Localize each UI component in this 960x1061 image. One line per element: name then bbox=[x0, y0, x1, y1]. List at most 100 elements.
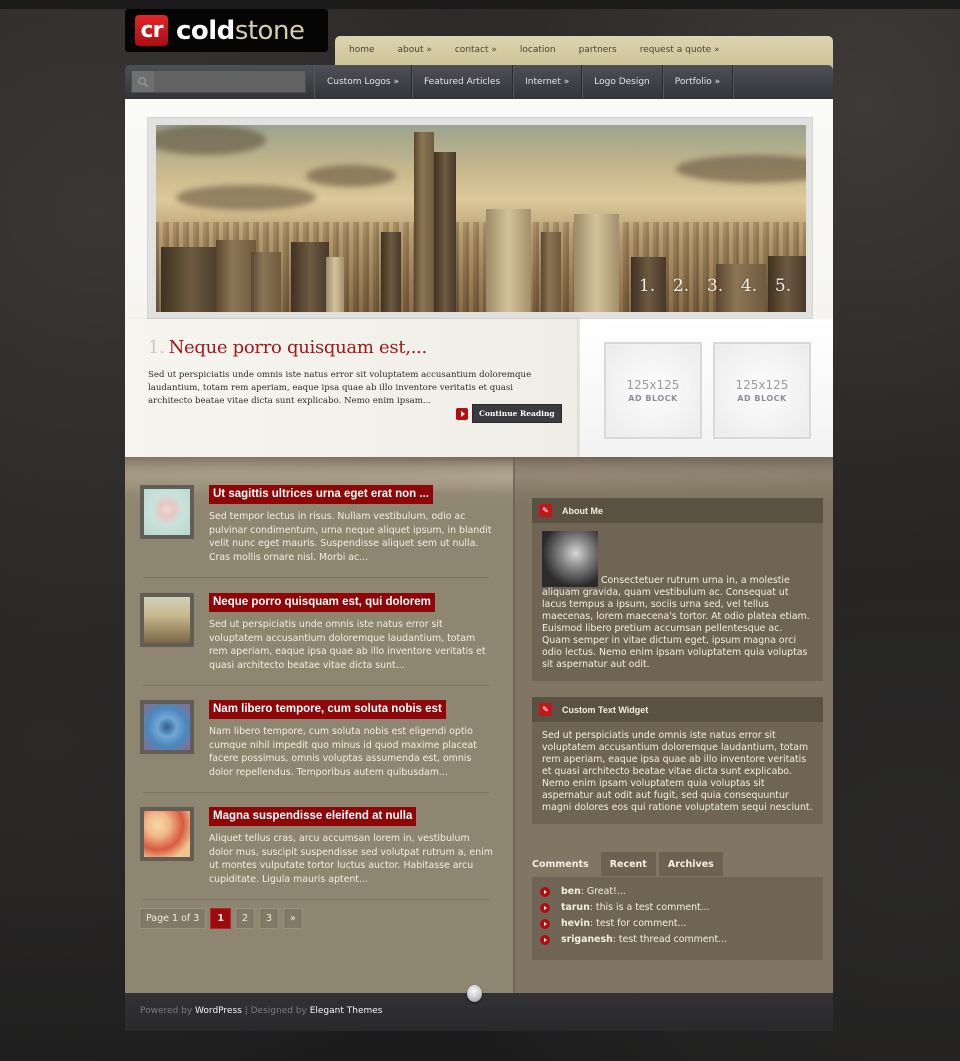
comment-item[interactable]: sriganesh: test thread comment... bbox=[540, 934, 823, 945]
footer-credits: Powered by WordPress | Designed by Elega… bbox=[140, 1006, 382, 1016]
featured-excerpt: Sed ut perspiciatis unde omnis iste natu… bbox=[148, 370, 532, 406]
tab-archives[interactable]: Archives bbox=[658, 852, 723, 876]
ad-label: AD BLOCK bbox=[628, 394, 678, 403]
building bbox=[381, 232, 401, 312]
tower-building bbox=[434, 152, 456, 312]
post-title[interactable]: Neque porro quisquam est, qui dolorem bbox=[209, 593, 435, 612]
widget-body: Sed ut perspiciatis unde omnis iste natu… bbox=[542, 730, 813, 813]
post-excerpt: Nam libero tempore, cum soluta nobis est… bbox=[209, 726, 477, 778]
logo-badge: cr bbox=[135, 15, 168, 46]
comment-item[interactable]: ben: Great!... bbox=[540, 886, 823, 897]
bullet-arrow-icon bbox=[540, 918, 550, 929]
search-icon[interactable] bbox=[132, 71, 154, 92]
building bbox=[291, 242, 329, 312]
comment-author: tarun bbox=[561, 902, 590, 913]
ad-blocks: 125x125 AD BLOCK 125x125 AD BLOCK bbox=[580, 319, 833, 457]
building bbox=[486, 209, 531, 312]
building bbox=[161, 247, 221, 312]
widget-header: ✎ About Me bbox=[532, 498, 823, 523]
content-area: Ut sagittis ultrices urna eget erat non … bbox=[125, 457, 833, 993]
page-3-button[interactable]: 3 bbox=[258, 908, 280, 929]
post-excerpt: Sed tempor lectus in risus. Nullam vesti… bbox=[209, 511, 492, 563]
category-nav-custom-logos[interactable]: Custom Logos » bbox=[315, 65, 412, 99]
category-nav-logo-design[interactable]: Logo Design bbox=[582, 65, 663, 99]
pencil-icon: ✎ bbox=[539, 504, 552, 517]
page-2-button[interactable]: 2 bbox=[234, 908, 255, 929]
top-nav-location[interactable]: location bbox=[520, 45, 556, 55]
featured-title-text: Neque porro quisquam est,... bbox=[168, 337, 428, 358]
search-box bbox=[131, 70, 306, 93]
post-excerpt: Sed ut perspiciatis unde omnis iste natu… bbox=[209, 619, 486, 671]
bullet-arrow-icon bbox=[540, 902, 550, 913]
category-nav-portfolio[interactable]: Portfolio » bbox=[663, 65, 734, 99]
comment-author: sriganesh bbox=[561, 934, 613, 945]
bullet-arrow-icon bbox=[540, 934, 550, 945]
featured-number: 1. bbox=[148, 337, 165, 358]
slider-page-5[interactable]: 5. bbox=[766, 276, 800, 296]
slider-page-3[interactable]: 3. bbox=[698, 276, 732, 296]
ad-label: AD BLOCK bbox=[737, 394, 787, 403]
play-arrow-icon bbox=[456, 407, 468, 420]
elegant-themes-link[interactable]: Elegant Themes bbox=[310, 1006, 383, 1016]
post-thumbnail[interactable] bbox=[140, 485, 194, 539]
widget-title: Custom Text Widget bbox=[562, 704, 649, 715]
sidebar: ✎ About Me Consectetuer rutrum urna in, … bbox=[513, 457, 833, 993]
top-nav-home[interactable]: home bbox=[349, 45, 375, 55]
category-nav-internet[interactable]: Internet » bbox=[513, 65, 583, 99]
widget-body: Consectetuer rutrum urna in, a molestie … bbox=[532, 523, 823, 681]
slider-page-2[interactable]: 2. bbox=[664, 276, 698, 296]
featured-slider: 1. 2. 3. 4. 5. bbox=[147, 117, 813, 319]
pencil-icon: ✎ bbox=[539, 703, 552, 716]
scroll-to-top-knob[interactable] bbox=[467, 985, 482, 1002]
designed-by-label: | Designed by bbox=[241, 1006, 310, 1016]
sidebar-tabs: Comments Recent Archives bbox=[523, 852, 723, 876]
ad-size: 125x125 bbox=[626, 378, 680, 392]
custom-text-widget: ✎ Custom Text Widget Sed ut perspiciatis… bbox=[532, 697, 823, 824]
next-page-button[interactable]: » bbox=[283, 908, 303, 929]
post-thumbnail[interactable] bbox=[140, 807, 194, 861]
post-divider bbox=[143, 792, 489, 793]
wordpress-link[interactable]: WordPress bbox=[195, 1006, 242, 1016]
page-1-button[interactable]: 1 bbox=[210, 908, 231, 929]
comment-text: : test for comment... bbox=[590, 918, 687, 929]
tab-recent[interactable]: Recent bbox=[600, 852, 656, 876]
slider-image-city-skyline[interactable]: 1. 2. 3. 4. 5. bbox=[156, 125, 806, 312]
top-nav-contact[interactable]: contact » bbox=[455, 45, 497, 55]
ad-block-2[interactable]: 125x125 AD BLOCK bbox=[713, 342, 811, 439]
bullet-arrow-icon bbox=[540, 886, 550, 897]
tab-comments[interactable]: Comments bbox=[523, 852, 598, 876]
comment-item[interactable]: hevin: test for comment... bbox=[540, 918, 823, 929]
featured-section: 1. 2. 3. 4. 5. 1. Neque porro quisquam es… bbox=[125, 99, 833, 457]
post-title[interactable]: Nam libero tempore, cum soluta nobis est bbox=[209, 700, 446, 719]
top-nav-request-quote[interactable]: request a quote » bbox=[640, 45, 720, 55]
cloud bbox=[176, 185, 316, 210]
page-status: Page 1 of 3 bbox=[139, 908, 207, 929]
comment-text: : this is a test comment... bbox=[589, 902, 710, 913]
site-logo[interactable]: cr coldstone bbox=[125, 9, 328, 52]
category-nav-featured-articles[interactable]: Featured Articles bbox=[412, 65, 514, 99]
comment-text: : Great!... bbox=[580, 886, 626, 897]
slider-page-1[interactable]: 1. bbox=[630, 276, 664, 296]
top-strip bbox=[0, 0, 960, 9]
featured-article: 1. Neque porro quisquam est,... Sed ut pe… bbox=[125, 319, 578, 457]
search-input[interactable] bbox=[154, 71, 305, 92]
post-list: Ut sagittis ultrices urna eget erat non … bbox=[125, 457, 513, 993]
post-title[interactable]: Ut sagittis ultrices urna eget erat non … bbox=[209, 485, 433, 504]
continue-reading[interactable]: Continue Reading bbox=[456, 404, 562, 423]
post-thumbnail[interactable] bbox=[140, 700, 194, 754]
continue-reading-button[interactable]: Continue Reading bbox=[472, 404, 562, 423]
featured-title[interactable]: 1. Neque porro quisquam est,... bbox=[148, 337, 427, 358]
top-nav-partners[interactable]: partners bbox=[579, 45, 617, 55]
comment-item[interactable]: tarun: this is a test comment... bbox=[540, 902, 823, 913]
post-title[interactable]: Magna suspendisse eleifend at nulla bbox=[209, 807, 417, 826]
comment-text: : test thread comment... bbox=[612, 934, 728, 945]
post-thumbnail[interactable] bbox=[140, 593, 194, 647]
author-avatar bbox=[542, 531, 598, 587]
slider-page-4[interactable]: 4. bbox=[732, 276, 766, 296]
building bbox=[326, 257, 344, 312]
ad-block-1[interactable]: 125x125 AD BLOCK bbox=[604, 342, 702, 439]
top-nav-about[interactable]: about » bbox=[398, 45, 432, 55]
cloud bbox=[676, 155, 806, 183]
cloud bbox=[306, 165, 396, 187]
post-divider bbox=[143, 899, 489, 900]
